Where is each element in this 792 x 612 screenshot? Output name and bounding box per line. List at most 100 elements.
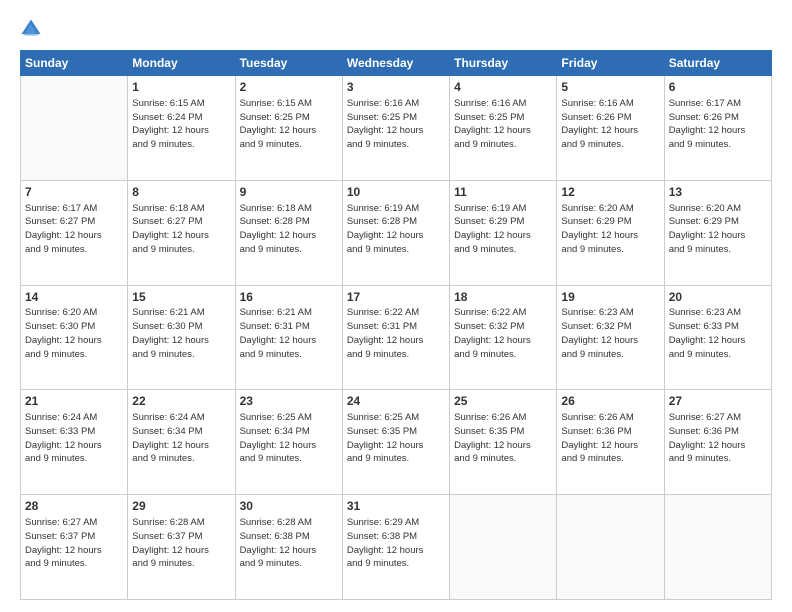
day-number: 6 — [669, 79, 767, 96]
day-cell: 2Sunrise: 6:15 AMSunset: 6:25 PMDaylight… — [235, 76, 342, 181]
day-info: Sunrise: 6:15 AMSunset: 6:25 PMDaylight:… — [240, 97, 338, 152]
day-cell: 19Sunrise: 6:23 AMSunset: 6:32 PMDayligh… — [557, 285, 664, 390]
day-info: Sunrise: 6:28 AMSunset: 6:38 PMDaylight:… — [240, 516, 338, 571]
day-number: 30 — [240, 498, 338, 515]
day-number: 26 — [561, 393, 659, 410]
day-number: 2 — [240, 79, 338, 96]
day-info: Sunrise: 6:22 AMSunset: 6:32 PMDaylight:… — [454, 306, 552, 361]
day-number: 20 — [669, 289, 767, 306]
day-info: Sunrise: 6:23 AMSunset: 6:32 PMDaylight:… — [561, 306, 659, 361]
logo-icon — [20, 18, 42, 40]
day-number: 9 — [240, 184, 338, 201]
day-cell: 9Sunrise: 6:18 AMSunset: 6:28 PMDaylight… — [235, 180, 342, 285]
day-info: Sunrise: 6:24 AMSunset: 6:33 PMDaylight:… — [25, 411, 123, 466]
calendar-table: SundayMondayTuesdayWednesdayThursdayFrid… — [20, 50, 772, 600]
day-cell — [664, 495, 771, 600]
day-number: 1 — [132, 79, 230, 96]
day-number: 4 — [454, 79, 552, 96]
day-number: 29 — [132, 498, 230, 515]
day-number: 27 — [669, 393, 767, 410]
day-cell: 26Sunrise: 6:26 AMSunset: 6:36 PMDayligh… — [557, 390, 664, 495]
week-row-4: 21Sunrise: 6:24 AMSunset: 6:33 PMDayligh… — [21, 390, 772, 495]
day-info: Sunrise: 6:29 AMSunset: 6:38 PMDaylight:… — [347, 516, 445, 571]
day-info: Sunrise: 6:18 AMSunset: 6:28 PMDaylight:… — [240, 202, 338, 257]
day-cell: 23Sunrise: 6:25 AMSunset: 6:34 PMDayligh… — [235, 390, 342, 495]
day-number: 10 — [347, 184, 445, 201]
header-row: SundayMondayTuesdayWednesdayThursdayFrid… — [21, 51, 772, 76]
day-cell: 18Sunrise: 6:22 AMSunset: 6:32 PMDayligh… — [450, 285, 557, 390]
header-day-saturday: Saturday — [664, 51, 771, 76]
day-cell: 25Sunrise: 6:26 AMSunset: 6:35 PMDayligh… — [450, 390, 557, 495]
day-info: Sunrise: 6:21 AMSunset: 6:30 PMDaylight:… — [132, 306, 230, 361]
day-cell — [21, 76, 128, 181]
week-row-5: 28Sunrise: 6:27 AMSunset: 6:37 PMDayligh… — [21, 495, 772, 600]
day-cell: 21Sunrise: 6:24 AMSunset: 6:33 PMDayligh… — [21, 390, 128, 495]
day-number: 18 — [454, 289, 552, 306]
day-cell — [450, 495, 557, 600]
day-cell: 4Sunrise: 6:16 AMSunset: 6:25 PMDaylight… — [450, 76, 557, 181]
day-info: Sunrise: 6:21 AMSunset: 6:31 PMDaylight:… — [240, 306, 338, 361]
day-number: 23 — [240, 393, 338, 410]
day-cell: 15Sunrise: 6:21 AMSunset: 6:30 PMDayligh… — [128, 285, 235, 390]
day-cell: 14Sunrise: 6:20 AMSunset: 6:30 PMDayligh… — [21, 285, 128, 390]
day-number: 28 — [25, 498, 123, 515]
day-number: 8 — [132, 184, 230, 201]
day-number: 17 — [347, 289, 445, 306]
day-cell — [557, 495, 664, 600]
day-info: Sunrise: 6:17 AMSunset: 6:26 PMDaylight:… — [669, 97, 767, 152]
day-info: Sunrise: 6:16 AMSunset: 6:26 PMDaylight:… — [561, 97, 659, 152]
day-info: Sunrise: 6:27 AMSunset: 6:36 PMDaylight:… — [669, 411, 767, 466]
day-number: 7 — [25, 184, 123, 201]
header-day-tuesday: Tuesday — [235, 51, 342, 76]
day-info: Sunrise: 6:20 AMSunset: 6:29 PMDaylight:… — [669, 202, 767, 257]
day-cell: 5Sunrise: 6:16 AMSunset: 6:26 PMDaylight… — [557, 76, 664, 181]
day-number: 31 — [347, 498, 445, 515]
day-cell: 11Sunrise: 6:19 AMSunset: 6:29 PMDayligh… — [450, 180, 557, 285]
day-cell: 29Sunrise: 6:28 AMSunset: 6:37 PMDayligh… — [128, 495, 235, 600]
day-number: 25 — [454, 393, 552, 410]
day-number: 15 — [132, 289, 230, 306]
day-info: Sunrise: 6:19 AMSunset: 6:28 PMDaylight:… — [347, 202, 445, 257]
day-cell: 20Sunrise: 6:23 AMSunset: 6:33 PMDayligh… — [664, 285, 771, 390]
day-info: Sunrise: 6:20 AMSunset: 6:29 PMDaylight:… — [561, 202, 659, 257]
day-info: Sunrise: 6:26 AMSunset: 6:35 PMDaylight:… — [454, 411, 552, 466]
day-number: 13 — [669, 184, 767, 201]
day-info: Sunrise: 6:19 AMSunset: 6:29 PMDaylight:… — [454, 202, 552, 257]
day-number: 14 — [25, 289, 123, 306]
day-info: Sunrise: 6:25 AMSunset: 6:35 PMDaylight:… — [347, 411, 445, 466]
day-cell: 30Sunrise: 6:28 AMSunset: 6:38 PMDayligh… — [235, 495, 342, 600]
day-cell: 12Sunrise: 6:20 AMSunset: 6:29 PMDayligh… — [557, 180, 664, 285]
header-day-thursday: Thursday — [450, 51, 557, 76]
day-number: 19 — [561, 289, 659, 306]
day-number: 3 — [347, 79, 445, 96]
header-day-friday: Friday — [557, 51, 664, 76]
day-info: Sunrise: 6:22 AMSunset: 6:31 PMDaylight:… — [347, 306, 445, 361]
day-cell: 10Sunrise: 6:19 AMSunset: 6:28 PMDayligh… — [342, 180, 449, 285]
day-cell: 13Sunrise: 6:20 AMSunset: 6:29 PMDayligh… — [664, 180, 771, 285]
header-day-sunday: Sunday — [21, 51, 128, 76]
day-info: Sunrise: 6:23 AMSunset: 6:33 PMDaylight:… — [669, 306, 767, 361]
day-cell: 28Sunrise: 6:27 AMSunset: 6:37 PMDayligh… — [21, 495, 128, 600]
page: SundayMondayTuesdayWednesdayThursdayFrid… — [0, 0, 792, 612]
day-info: Sunrise: 6:27 AMSunset: 6:37 PMDaylight:… — [25, 516, 123, 571]
day-cell: 3Sunrise: 6:16 AMSunset: 6:25 PMDaylight… — [342, 76, 449, 181]
day-number: 24 — [347, 393, 445, 410]
day-number: 11 — [454, 184, 552, 201]
day-number: 21 — [25, 393, 123, 410]
week-row-1: 1Sunrise: 6:15 AMSunset: 6:24 PMDaylight… — [21, 76, 772, 181]
day-cell: 16Sunrise: 6:21 AMSunset: 6:31 PMDayligh… — [235, 285, 342, 390]
day-info: Sunrise: 6:15 AMSunset: 6:24 PMDaylight:… — [132, 97, 230, 152]
header — [20, 18, 772, 40]
day-info: Sunrise: 6:24 AMSunset: 6:34 PMDaylight:… — [132, 411, 230, 466]
day-cell: 22Sunrise: 6:24 AMSunset: 6:34 PMDayligh… — [128, 390, 235, 495]
day-info: Sunrise: 6:28 AMSunset: 6:37 PMDaylight:… — [132, 516, 230, 571]
week-row-2: 7Sunrise: 6:17 AMSunset: 6:27 PMDaylight… — [21, 180, 772, 285]
day-info: Sunrise: 6:16 AMSunset: 6:25 PMDaylight:… — [454, 97, 552, 152]
day-info: Sunrise: 6:18 AMSunset: 6:27 PMDaylight:… — [132, 202, 230, 257]
day-cell: 8Sunrise: 6:18 AMSunset: 6:27 PMDaylight… — [128, 180, 235, 285]
day-info: Sunrise: 6:26 AMSunset: 6:36 PMDaylight:… — [561, 411, 659, 466]
day-number: 12 — [561, 184, 659, 201]
logo — [20, 18, 46, 40]
day-cell: 27Sunrise: 6:27 AMSunset: 6:36 PMDayligh… — [664, 390, 771, 495]
day-cell: 24Sunrise: 6:25 AMSunset: 6:35 PMDayligh… — [342, 390, 449, 495]
